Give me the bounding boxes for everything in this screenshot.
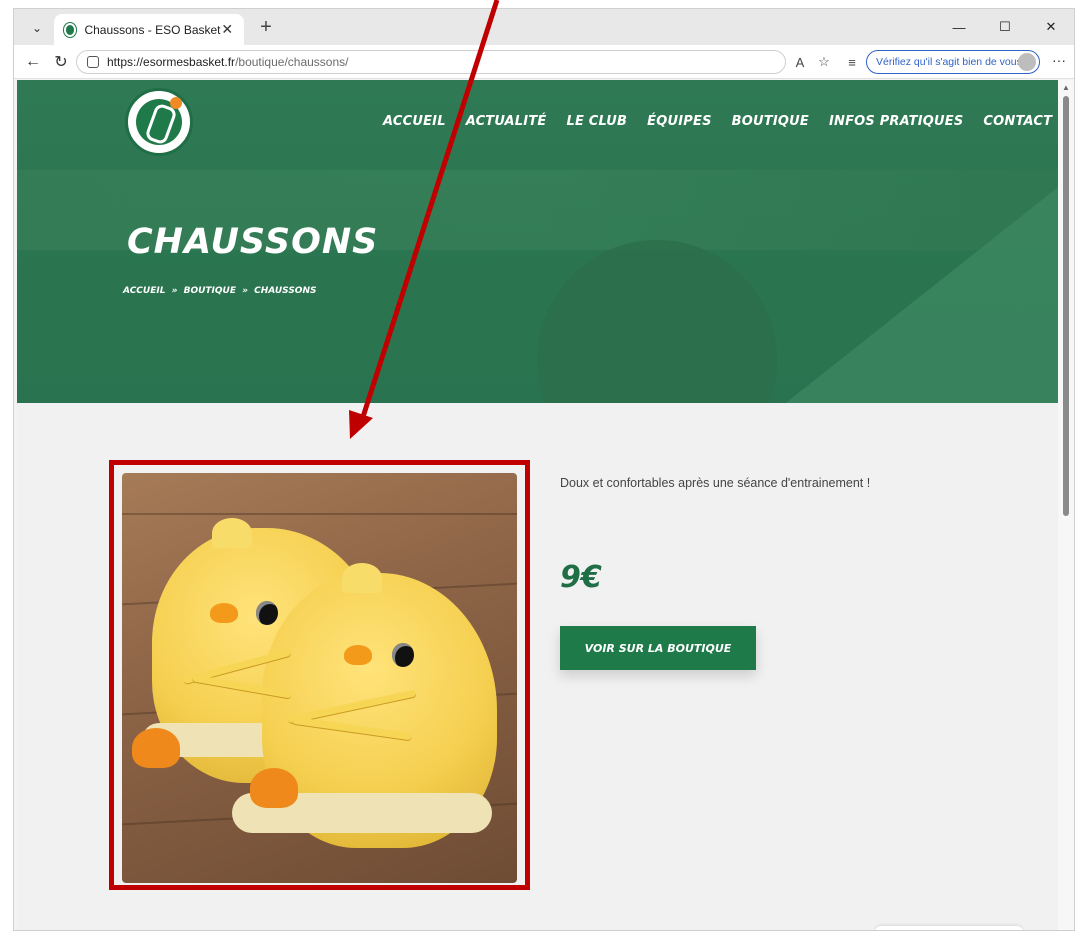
lock-icon[interactable]: [87, 56, 99, 68]
product-price: 9€: [560, 560, 602, 595]
nav-contact[interactable]: CONTACT: [983, 114, 1052, 129]
breadcrumb-separator: »: [242, 286, 249, 296]
url-host: https://esormesbasket.fr: [107, 55, 236, 69]
nav-le-club[interactable]: LE CLUB: [566, 114, 627, 129]
window-controls: — ☐ ✕: [936, 9, 1074, 45]
address-bar[interactable]: https://esormesbasket.fr/boutique/chauss…: [76, 50, 786, 74]
main-nav: ACCUEIL ACTUALITÉ LE CLUB ÉQUIPES BOUTIQ…: [383, 114, 1058, 129]
hero-banner: ACCUEIL ACTUALITÉ LE CLUB ÉQUIPES BOUTIQ…: [17, 80, 1058, 403]
logo-ball-icon: [170, 97, 182, 109]
product-image[interactable]: [122, 473, 517, 883]
nav-boutique[interactable]: BOUTIQUE: [732, 114, 809, 129]
logo-emblem: [136, 97, 182, 145]
close-icon[interactable]: ✕: [221, 21, 235, 38]
right-foot: [250, 768, 298, 808]
nav-infos-pratiques[interactable]: INFOS PRATIQUES: [829, 114, 963, 129]
left-foot: [132, 728, 180, 768]
page-title: CHAUSSONS: [127, 222, 379, 262]
maximize-icon[interactable]: ☐: [982, 9, 1028, 45]
minimize-icon[interactable]: —: [936, 9, 982, 45]
url-text: https://esormesbasket.fr/boutique/chauss…: [107, 55, 348, 69]
more-icon[interactable]: ···: [1052, 52, 1066, 68]
right-beak: [344, 645, 372, 665]
vertical-scrollbar[interactable]: ▲: [1058, 80, 1074, 930]
site-favicon-icon: [64, 22, 77, 37]
breadcrumb-home[interactable]: ACCUEIL: [123, 286, 165, 296]
tab-title: Chaussons - ESO Basket: [84, 22, 221, 37]
profile-verify-button[interactable]: Vérifiez qu'il s'agit bien de vous: [866, 50, 1040, 74]
left-eye: [256, 601, 278, 625]
page-viewport: ACCUEIL ACTUALITÉ LE CLUB ÉQUIPES BOUTIQ…: [17, 80, 1058, 930]
breadcrumb-current: CHAUSSONS: [254, 286, 317, 296]
breadcrumb-boutique[interactable]: BOUTIQUE: [184, 286, 236, 296]
tab-list-icon[interactable]: ⌄: [24, 17, 50, 39]
close-window-icon[interactable]: ✕: [1028, 9, 1074, 45]
scroll-up-icon[interactable]: ▲: [1062, 83, 1070, 92]
back-icon[interactable]: ←: [22, 51, 44, 73]
hero-diagonal-shape: [777, 180, 1058, 403]
browser-window: ⌄ Chaussons - ESO Basket ✕ + — ☐ ✕ ← ↻ h…: [13, 8, 1075, 931]
read-aloud-icon[interactable]: A: [790, 52, 810, 72]
new-tab-icon[interactable]: +: [254, 17, 278, 39]
url-path: /boutique/chaussons/: [235, 55, 349, 69]
basketball-background: [537, 240, 777, 403]
tab-strip: ⌄ Chaussons - ESO Basket ✕ + — ☐ ✕: [14, 9, 1074, 45]
annotation-highlight-box: [109, 460, 530, 890]
favorite-star-icon[interactable]: ☆: [814, 52, 834, 72]
view-shop-button[interactable]: VOIR SUR LA BOUTIQUE: [560, 626, 756, 670]
refresh-icon[interactable]: ↻: [50, 51, 72, 73]
club-logo[interactable]: [125, 88, 193, 156]
chat-widget[interactable]: [875, 926, 1023, 930]
left-beak: [210, 603, 238, 623]
avatar: [1018, 53, 1036, 71]
product-description: Doux et confortables après une séance d'…: [560, 476, 871, 490]
browser-tab[interactable]: Chaussons - ESO Basket ✕: [54, 14, 244, 45]
right-eye: [392, 643, 414, 667]
nav-equipes[interactable]: ÉQUIPES: [647, 114, 712, 129]
breadcrumb: ACCUEIL » BOUTIQUE » CHAUSSONS: [123, 286, 319, 296]
nav-accueil[interactable]: ACCUEIL: [383, 114, 446, 129]
nav-actualite[interactable]: ACTUALITÉ: [466, 114, 547, 129]
favorites-icon[interactable]: ≡: [842, 52, 862, 72]
address-toolbar: ← ↻ https://esormesbasket.fr/boutique/ch…: [14, 45, 1074, 79]
scroll-thumb[interactable]: [1063, 96, 1069, 516]
breadcrumb-separator: »: [171, 286, 178, 296]
verify-text: Vérifiez qu'il s'agit bien de vous: [876, 56, 1022, 68]
